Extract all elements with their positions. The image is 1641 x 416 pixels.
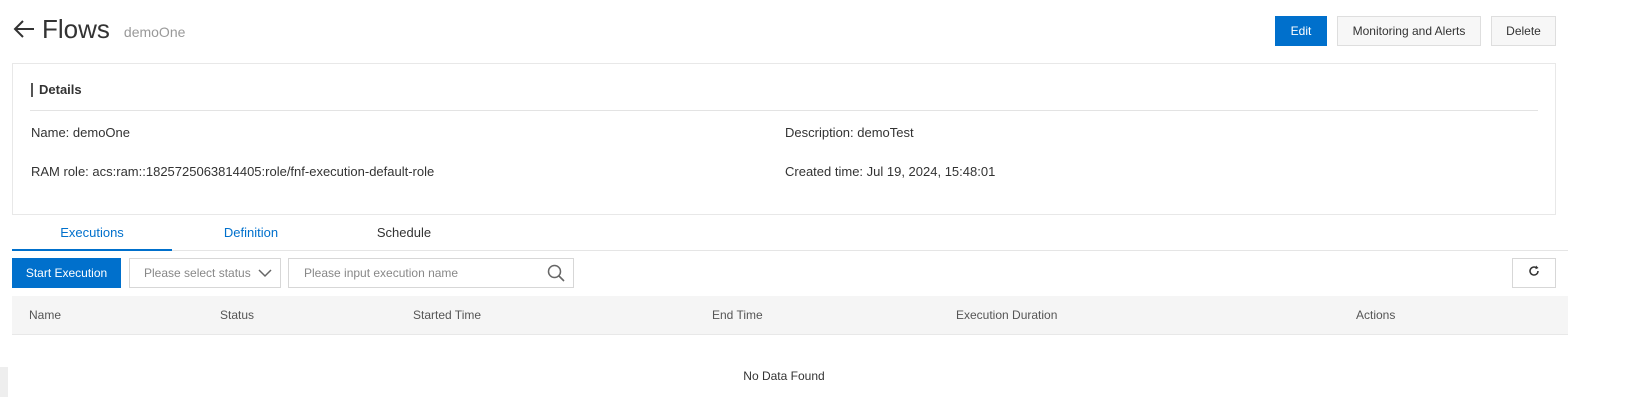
tab-schedule[interactable]: Schedule: [324, 217, 484, 249]
status-select-placeholder: Please select status: [144, 266, 251, 280]
tab-executions[interactable]: Executions: [12, 217, 172, 251]
details-divider: [30, 110, 1538, 111]
page-header: Flows demoOne: [12, 14, 185, 45]
detail-created-time: Created time: Jul 19, 2024, 15:48:01: [785, 164, 996, 179]
detail-name: Name: demoOne: [31, 125, 130, 140]
refresh-icon: [1528, 264, 1540, 282]
page-title: Flows: [42, 14, 110, 44]
detail-ram-role: RAM role: acs:ram::1825725063814405:role…: [31, 164, 435, 179]
chevron-down-icon: [258, 267, 272, 282]
column-header-started-time: Started Time: [413, 308, 482, 322]
column-header-end-time: End Time: [712, 308, 763, 322]
detail-description: Description: demoTest: [785, 125, 914, 140]
monitoring-alerts-button[interactable]: Monitoring and Alerts: [1337, 16, 1481, 46]
column-header-status: Status: [220, 308, 255, 322]
tab-bar: Executions Definition Schedule: [12, 217, 1568, 251]
execution-search-input[interactable]: [289, 265, 546, 281]
flow-name-subtitle: demoOne: [123, 23, 186, 40]
arrow-left-icon[interactable]: [12, 17, 36, 43]
edit-button[interactable]: Edit: [1275, 16, 1327, 46]
details-card: Details Name: demoOne Description: demoT…: [12, 63, 1556, 215]
empty-state-text: No Data Found: [743, 369, 825, 383]
execution-search: [288, 258, 574, 288]
search-icon[interactable]: [547, 264, 565, 287]
refresh-button[interactable]: [1512, 258, 1556, 288]
tab-definition[interactable]: Definition: [171, 217, 331, 249]
table-header: Name Status Started Time End Time Execut…: [12, 296, 1568, 335]
start-execution-button[interactable]: Start Execution: [12, 258, 121, 288]
details-heading-label: Details: [39, 82, 82, 97]
details-heading: Details: [31, 82, 82, 97]
heading-accent-bar: [31, 82, 33, 97]
column-header-execution-duration: Execution Duration: [956, 308, 1058, 322]
status-select[interactable]: Please select status: [129, 258, 281, 288]
delete-button[interactable]: Delete: [1491, 16, 1556, 46]
column-header-actions: Actions: [1356, 308, 1396, 322]
column-header-name: Name: [29, 308, 62, 322]
